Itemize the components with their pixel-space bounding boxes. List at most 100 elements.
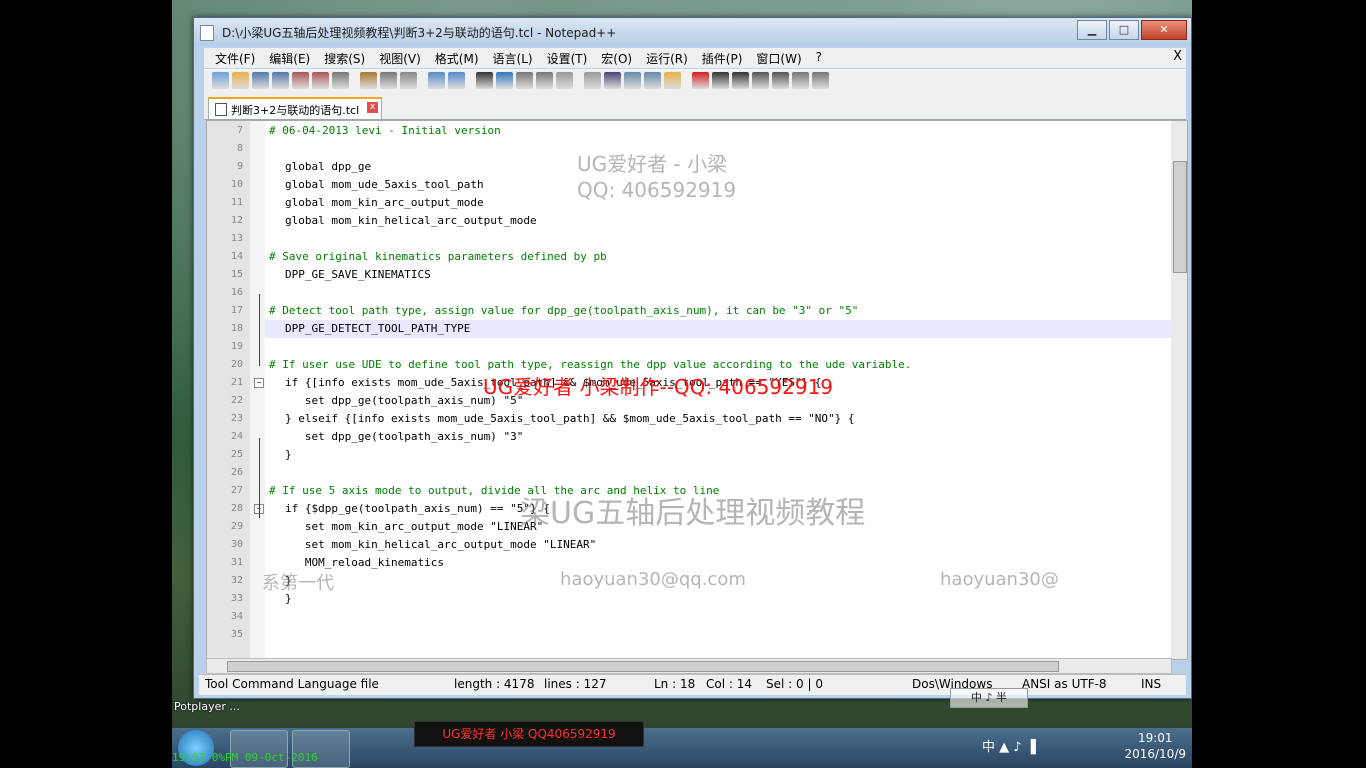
open-file-icon[interactable] [232, 72, 249, 89]
paste-icon[interactable] [400, 72, 417, 89]
folder-icon[interactable] [664, 72, 681, 89]
toolbar [204, 69, 1186, 92]
save-macro-icon[interactable] [772, 72, 789, 89]
undo-icon[interactable] [428, 72, 445, 89]
code-line[interactable]: } [285, 590, 292, 608]
tab-label: 判断3+2与联动的语句.tcl [231, 104, 360, 117]
ime-status-bar[interactable]: 中 ♪ 半 [950, 688, 1028, 708]
line-number: 13 [230, 233, 243, 244]
menu-item-2[interactable]: 搜索(S) [317, 50, 372, 67]
code-line[interactable]: # If use 5 axis mode to output, divide a… [269, 482, 719, 500]
potplayer-label[interactable]: Potplayer ... [174, 700, 240, 713]
close-button[interactable]: ✕ [1141, 20, 1187, 40]
line-number: 12 [230, 215, 243, 226]
maximize-button[interactable]: □ [1109, 20, 1139, 40]
record-macro-icon[interactable] [692, 72, 709, 89]
find-icon[interactable] [476, 72, 493, 89]
clock[interactable]: 19:01 2016/10/9 [1124, 730, 1186, 762]
status-ln: Ln : 18 [654, 677, 696, 691]
code-line[interactable]: } [285, 446, 292, 464]
code-line[interactable]: } elseif {[info exists mom_ude_5axis_too… [285, 410, 855, 428]
line-number: 25 [230, 449, 243, 460]
status-col: Col : 14 [706, 677, 752, 691]
zoom-in-icon[interactable] [516, 72, 533, 89]
tab-close-icon[interactable]: x [367, 102, 378, 113]
line-number: 17 [230, 305, 243, 316]
line-number: 15 [230, 269, 243, 280]
fold-margin[interactable] [250, 121, 265, 659]
taskbar: 中 ▲ ♪ ▐ 19:01 2016/10/9 [172, 728, 1192, 768]
minimize-button[interactable]: ▁ [1077, 20, 1107, 40]
vertical-scroll-thumb[interactable] [1173, 161, 1187, 273]
code-line[interactable]: if {$dpp_ge(toolpath_axis_num) == "5"} { [285, 500, 550, 518]
sync-v-icon[interactable] [556, 72, 573, 89]
print-icon[interactable] [332, 72, 349, 89]
code-line[interactable]: DPP_GE_SAVE_KINEMATICS [285, 266, 431, 284]
menu-item-11[interactable]: ? [809, 50, 829, 67]
title-bar[interactable]: D:\小梁UG五轴后处理视频教程\判断3+2与联动的语句.tcl - Notep… [194, 18, 1191, 46]
new-file-icon[interactable] [212, 72, 229, 89]
plugin-icon[interactable] [792, 72, 809, 89]
code-line[interactable]: DPP_GE_DETECT_TOOL_PATH_TYPE [285, 320, 470, 338]
horizontal-scroll-thumb[interactable] [227, 661, 1059, 672]
code-line[interactable]: } [285, 572, 292, 590]
redo-icon[interactable] [448, 72, 465, 89]
code-line[interactable]: global dpp_ge [285, 158, 371, 176]
line-number: 20 [230, 359, 243, 370]
code-line[interactable]: global mom_kin_arc_output_mode [285, 194, 484, 212]
code-line[interactable]: # Save original kinematics parameters de… [269, 248, 607, 266]
menu-item-4[interactable]: 格式(M) [428, 50, 486, 67]
status-bar: Tool Command Language file length : 4178… [199, 674, 1186, 695]
player-osd: UG爱好者 小梁 QQ406592919 [414, 721, 644, 747]
menu-item-5[interactable]: 语言(L) [486, 50, 540, 67]
status-length: length : 4178 [454, 677, 535, 691]
line-number: 35 [230, 629, 243, 640]
code-line[interactable]: global mom_kin_helical_arc_output_mode [285, 212, 537, 230]
vertical-scrollbar[interactable] [1171, 121, 1187, 659]
line-number: 16 [230, 287, 243, 298]
system-tray-icons[interactable]: 中 ▲ ♪ ▐ [982, 736, 1036, 755]
menu-item-8[interactable]: 运行(R) [639, 50, 695, 67]
watermark-red: UG爱好者 小梁制作--QQ: 406592919 [483, 375, 834, 399]
zoom-out-icon[interactable] [536, 72, 553, 89]
fold-toggle-icon[interactable]: − [254, 378, 264, 388]
code-line[interactable]: set mom_kin_helical_arc_output_mode "LIN… [285, 536, 596, 554]
code-line[interactable]: set dpp_ge(toolpath_axis_num) "3" [285, 428, 524, 446]
menu-item-7[interactable]: 宏(O) [594, 50, 639, 67]
line-number: 29 [230, 521, 243, 532]
stop-macro-icon[interactable] [712, 72, 729, 89]
save-icon[interactable] [252, 72, 269, 89]
play-macro-icon[interactable] [732, 72, 749, 89]
spellcheck-icon[interactable] [812, 72, 829, 89]
replace-icon[interactable] [496, 72, 513, 89]
menu-item-0[interactable]: 文件(F) [208, 50, 262, 67]
menu-item-9[interactable]: 插件(P) [695, 50, 750, 67]
menu-item-1[interactable]: 编辑(E) [262, 50, 317, 67]
line-number: 11 [230, 197, 243, 208]
save-all-icon[interactable] [272, 72, 289, 89]
menu-item-6[interactable]: 设置(T) [540, 50, 595, 67]
wrap-icon[interactable] [604, 72, 621, 89]
cut-icon[interactable] [360, 72, 377, 89]
show-all-icon[interactable] [624, 72, 641, 89]
close-icon[interactable] [292, 72, 309, 89]
line-number: 27 [230, 485, 243, 496]
tab-document[interactable]: 判断3+2与联动的语句.tcl x [208, 97, 382, 119]
horizontal-scrollbar[interactable] [206, 658, 1172, 674]
run-macro-icon[interactable] [752, 72, 769, 89]
code-line[interactable]: set mom_kin_arc_output_mode "LINEAR" [285, 518, 543, 536]
code-line[interactable]: MOM_reload_kinematics [285, 554, 444, 572]
copy-icon[interactable] [380, 72, 397, 89]
menu-item-10[interactable]: 窗口(W) [749, 50, 808, 67]
code-line[interactable]: # 06-04-2013 levi - Initial version [269, 122, 501, 140]
close-all-icon[interactable] [312, 72, 329, 89]
menu-item-3[interactable]: 视图(V) [372, 50, 428, 67]
line-number: 9 [236, 161, 243, 172]
sync-h-icon[interactable] [584, 72, 601, 89]
indent-guide-icon[interactable] [644, 72, 661, 89]
close-document-button[interactable]: X [1173, 49, 1182, 64]
code-line[interactable]: global mom_ude_5axis_tool_path [285, 176, 484, 194]
code-line[interactable]: # Detect tool path type, assign value fo… [269, 302, 858, 320]
notepad-window: D:\小梁UG五轴后处理视频教程\判断3+2与联动的语句.tcl - Notep… [193, 17, 1192, 699]
line-number: 32 [230, 575, 243, 586]
